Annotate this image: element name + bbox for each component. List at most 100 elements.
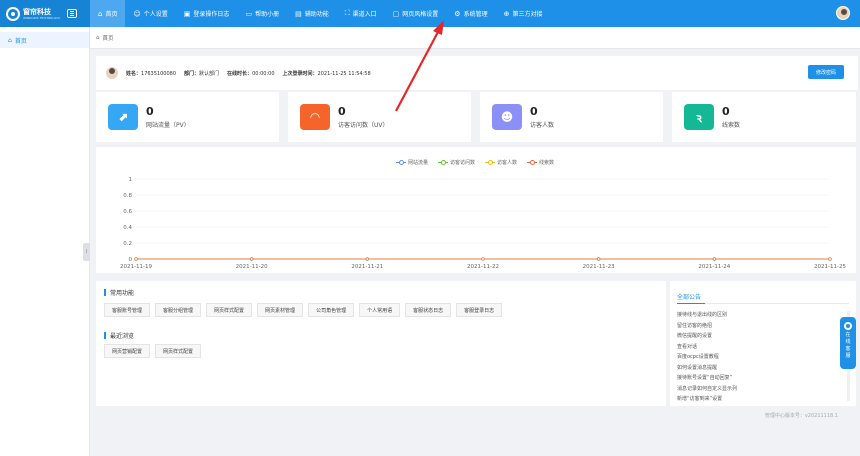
notice-item[interactable]: 接待线与退出线的区别 xyxy=(677,310,849,321)
nav-item-personal-settings[interactable]: ☺ 个人设置 xyxy=(125,0,175,27)
nav-item-label: 系统管理 xyxy=(463,11,488,18)
stat-card-pv: ⬈ 0 网站流量（PV） xyxy=(96,92,279,142)
user-dept: 部门：默认部门 xyxy=(184,70,220,77)
recent-buttons: 网页营销配置 网页样式配置 xyxy=(104,344,202,358)
brand-subtitle: WINDOWS TECHNOLOGY xyxy=(23,15,61,20)
stat-label: 线索数 xyxy=(722,121,741,129)
personal-settings-icon: ☺ xyxy=(133,9,141,18)
nav-item-label: 渠道入口 xyxy=(352,11,377,18)
traffic-chart: 网站流量 访客访问数 访客人数 线索数 0 0.2 0.4 0.6 0.8 1 2021-11-1… xyxy=(96,147,856,273)
user-info-bar: 姓名：17635100080 部门：默认部门 在线时长：00:00:00 上次登… xyxy=(96,56,858,90)
recent-button[interactable]: 网页样式配置 xyxy=(155,344,202,358)
nav-item-label: 辅助功能 xyxy=(304,11,329,18)
nav-item-login-log[interactable]: ▣ 登录操作日志 xyxy=(176,0,238,27)
online-service-button[interactable]: 在线客服 xyxy=(840,317,856,369)
x-tick-label: 2021-11-23 xyxy=(583,264,615,270)
y-tick-label: 1 xyxy=(129,177,133,183)
data-point xyxy=(481,257,485,261)
sidebar-item-home[interactable]: ⌂ 首页 xyxy=(0,32,89,48)
stat-value: 0 xyxy=(530,104,538,118)
breadcrumb: ⌂ 首页 xyxy=(90,27,860,49)
x-tick-label: 2021-11-19 xyxy=(120,264,152,270)
function-button[interactable]: 客服登录日志 xyxy=(456,303,503,317)
user-avatar[interactable] xyxy=(836,6,850,20)
nav-item-help-manual[interactable]: ▭ 帮助小册 xyxy=(237,0,287,27)
stat-label: 访客访问数（UV） xyxy=(338,121,389,129)
brand-name: 窗帘科技 xyxy=(23,7,51,16)
gauge-icon: ◠ xyxy=(300,104,330,130)
x-tick-label: 2021-11-22 xyxy=(467,264,499,270)
data-point xyxy=(365,257,369,261)
function-button[interactable]: 公司角色管理 xyxy=(308,303,355,317)
notice-divider xyxy=(677,303,849,304)
function-button[interactable]: 客服分组管理 xyxy=(155,303,202,317)
notice-item[interactable]: 新增“访客到来”设置 xyxy=(677,394,849,404)
nav-item-home[interactable]: ⌂ 首页 xyxy=(90,0,126,27)
stat-value: 0 xyxy=(338,104,346,118)
third-party-icon: ⊕ xyxy=(503,9,510,18)
function-button[interactable]: 网页样式配置 xyxy=(206,303,253,317)
notice-item[interactable]: 查看对话 xyxy=(677,342,849,353)
data-point xyxy=(828,257,832,261)
y-tick-label: 0.4 xyxy=(123,225,132,231)
home-icon: ⌂ xyxy=(96,34,100,41)
functions-title: 常用功能 xyxy=(104,288,134,297)
notice-item[interactable]: 百度ocpc设置教程 xyxy=(677,352,849,363)
change-password-button[interactable]: 修改密码 xyxy=(808,65,844,79)
functions-buttons: 客服账号管理 客服分组管理 网页样式配置 网页素材管理 公司角色管理 个人常用语 客服状态日… xyxy=(104,303,503,317)
assist-icon: ▤ xyxy=(295,9,302,18)
function-button[interactable]: 客服账号管理 xyxy=(104,303,151,317)
user-online-time: 在线时长：00:00:00 xyxy=(227,70,275,77)
web-style-icon: ▢ xyxy=(392,9,400,18)
nav-item-web-style[interactable]: ▢ 网页风格设置 xyxy=(385,0,447,27)
system-manage-icon: ⚙ xyxy=(454,9,461,18)
sidebar: ⌂ 首页 xyxy=(0,27,90,456)
breadcrumb-home[interactable]: 首页 xyxy=(103,34,114,42)
y-tick-label: 0.2 xyxy=(123,241,132,247)
data-point xyxy=(712,257,716,261)
notice-list: 接待线与退出线的区别 留住访客的绝招 微信提醒的设置 查看对话 百度ocpc设置教程 如何… xyxy=(677,310,849,404)
notice-item[interactable]: 消息记录如何自定义显示列 xyxy=(677,384,849,395)
nav-item-label: 网页风格设置 xyxy=(402,11,439,18)
notice-item[interactable]: 留住访客的绝招 xyxy=(677,321,849,332)
menu-toggle-icon[interactable] xyxy=(67,9,78,18)
nav-item-label: 第三方对接 xyxy=(512,11,543,18)
stat-card-uv: ◠ 0 访客访问数（UV） xyxy=(288,92,471,142)
channel-entry-icon: ⛶ xyxy=(344,9,350,17)
sidebar-item-label: 首页 xyxy=(14,37,27,45)
headset-icon xyxy=(844,322,852,330)
notice-item[interactable]: 微信提醒的设置 xyxy=(677,331,849,342)
user-last-login: 上次登录时间：2021-11-25 11:54:58 xyxy=(282,70,371,77)
user-avatar-small xyxy=(106,67,118,79)
nav-item-assist[interactable]: ▤ 辅助功能 xyxy=(287,0,337,27)
function-button[interactable]: 个人常用语 xyxy=(359,303,401,317)
sidebar-collapse-handle[interactable]: ⁞ xyxy=(83,243,90,261)
home-icon: ⌂ xyxy=(8,36,12,44)
online-service-label: 在线客服 xyxy=(845,332,851,359)
notice-item[interactable]: 如何设置消息提醒 xyxy=(677,363,849,374)
nav-item-third-party[interactable]: ⊕ 第三方对接 xyxy=(496,0,551,27)
x-tick-label: 2021-11-24 xyxy=(698,264,730,270)
user-group-icon: ☻ xyxy=(492,104,522,130)
function-button[interactable]: 客服状态日志 xyxy=(405,303,452,317)
recent-title: 最近浏览 xyxy=(104,331,134,340)
function-button[interactable]: 网页素材管理 xyxy=(257,303,304,317)
main-nav: ⌂ 首页 ☺ 个人设置 ▣ 登录操作日志 ▭ 帮助小册 ▤ 辅助功能 ⛶ 渠道入口 ▢ 网页风格设置 ⚙ 系统… xyxy=(90,0,550,27)
data-point xyxy=(250,257,254,261)
help-manual-icon: ▭ xyxy=(245,9,253,18)
notice-item[interactable]: 接待账号设置“自动回复” xyxy=(677,373,849,384)
brand: 窗帘科技 WINDOWS TECHNOLOGY xyxy=(0,0,90,27)
nav-item-system-manage[interactable]: ⚙ 系统管理 xyxy=(446,0,495,27)
common-functions-panel: 常用功能 客服账号管理 客服分组管理 网页样式配置 网页素材管理 公司角色管理 个人常用语… xyxy=(96,281,666,406)
stat-label: 访客人数 xyxy=(530,121,555,129)
recent-button[interactable]: 网页营销配置 xyxy=(104,344,151,358)
x-tick-label: 2021-11-21 xyxy=(351,264,383,270)
notice-title[interactable]: 全部公告 xyxy=(677,292,701,301)
brand-logo-icon xyxy=(6,6,20,21)
nav-item-label: 登录操作日志 xyxy=(193,11,230,18)
top-navbar: 窗帘科技 WINDOWS TECHNOLOGY ⌂ 首页 ☺ 个人设置 ▣ 登录操作日志 ▭… xyxy=(0,0,860,27)
chart-svg: 0 0.2 0.4 0.6 0.8 1 2021-11-19 2021-11-20 2021-1… xyxy=(120,177,846,270)
nav-item-channel-entry[interactable]: ⛶ 渠道入口 xyxy=(337,0,385,27)
stat-value: 0 xyxy=(722,104,730,118)
nav-item-label: 帮助小册 xyxy=(255,11,280,18)
